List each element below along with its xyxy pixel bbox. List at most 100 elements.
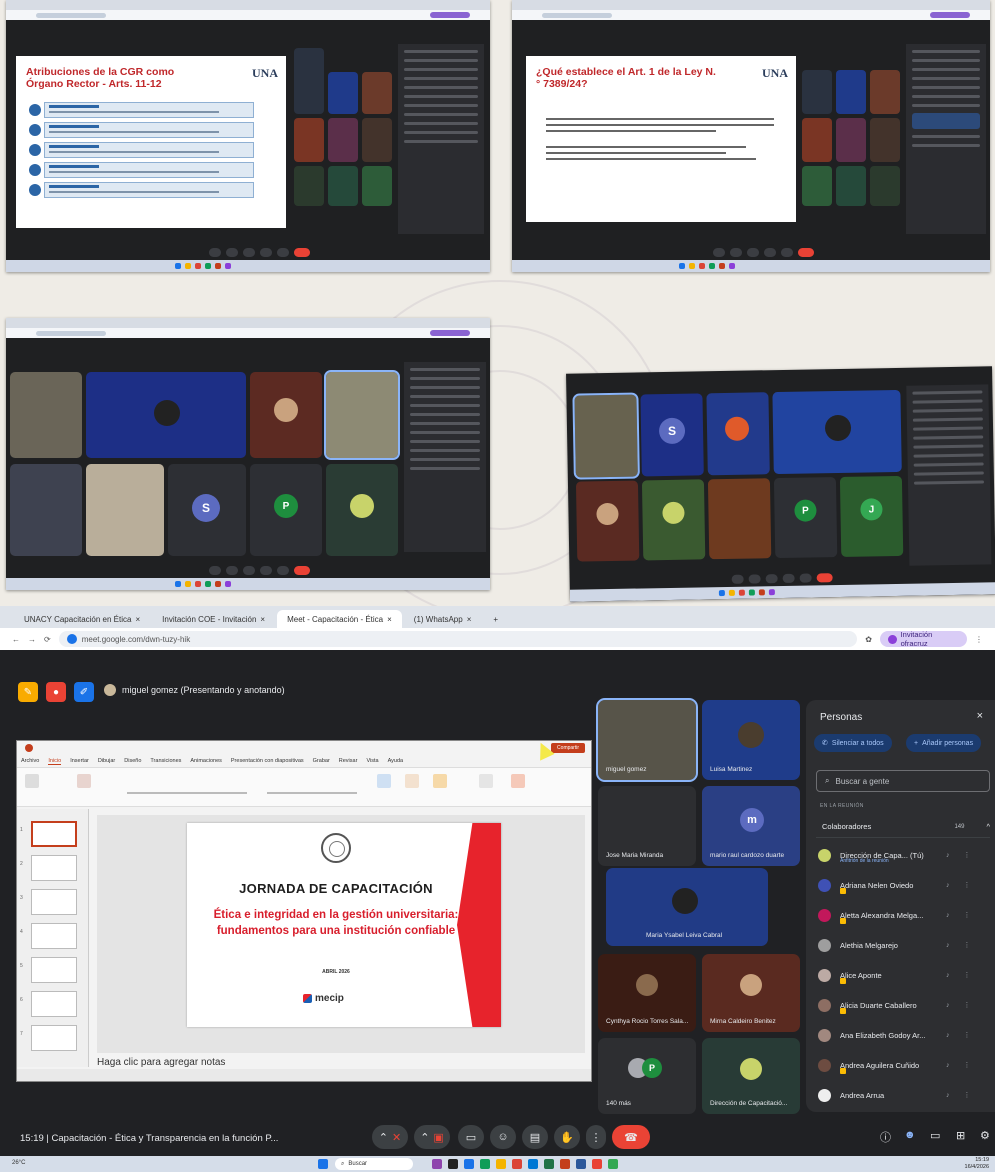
menu-item[interactable]: Archivo — [21, 758, 39, 764]
participant-row[interactable]: Ana Elizabeth Godoy Ar... ♪ ⋮ — [818, 1024, 988, 1046]
annotate-button[interactable]: ✎ — [18, 682, 38, 702]
host-controls-icon[interactable]: ⚙ — [980, 1129, 990, 1142]
current-slide[interactable]: JORNADA DE CAPACITACIÓN Ética e integrid… — [187, 823, 501, 1027]
raise-hand-button[interactable]: ✋ — [554, 1125, 580, 1149]
video-tile-presenter[interactable]: miguel gomez — [596, 698, 698, 782]
app-icon[interactable] — [448, 1159, 458, 1169]
slide-thumbnail[interactable] — [31, 855, 77, 881]
menu-item[interactable]: Revisar — [339, 758, 358, 764]
app-icon[interactable] — [480, 1159, 490, 1169]
notes-placeholder[interactable]: Haga clic para agregar notas — [97, 1057, 225, 1068]
video-tile[interactable]: Dirección de Capacitació... — [702, 1038, 800, 1114]
menu-item[interactable]: Dibujar — [98, 758, 115, 764]
participant-row[interactable]: Alicia Duarte Caballero ♪ ⋮ — [818, 994, 988, 1016]
mic-icon[interactable]: ♪ — [946, 882, 950, 889]
more-options-button[interactable]: ⋮ — [586, 1125, 606, 1149]
menu-item[interactable]: Diseño — [124, 758, 141, 764]
participant-row[interactable]: Alice Aponte ♪ ⋮ — [818, 964, 988, 986]
collaborators-group[interactable]: Colaboradores 149 ^ — [816, 816, 990, 838]
mic-icon[interactable]: ♪ — [946, 1062, 950, 1069]
browser-tab-active[interactable]: Meet - Capacitación - Ética × — [277, 610, 402, 628]
participant-row[interactable]: Dirección de Capa... (Tú) Anfitrión de la… — [818, 844, 988, 866]
participant-row[interactable]: Aletta Alexandra Melga... ♪ ⋮ — [818, 904, 988, 926]
app-icon[interactable] — [528, 1159, 538, 1169]
emoji-button[interactable]: ☺ — [490, 1125, 516, 1149]
add-people-button[interactable]: + Añadir personas — [906, 734, 982, 752]
mic-icon[interactable]: ♪ — [946, 972, 950, 979]
back-icon[interactable]: ← — [12, 635, 20, 644]
video-tile[interactable]: Mirna Caldeiro Benitez — [702, 954, 800, 1032]
video-tile[interactable]: m mario raul cardozo duarte — [702, 786, 800, 866]
menu-item[interactable]: Inicio — [48, 758, 62, 765]
mic-icon[interactable]: ♪ — [946, 852, 950, 859]
menu-item[interactable]: Vista — [366, 758, 378, 764]
close-icon[interactable]: × — [467, 615, 472, 624]
profile-button[interactable]: Invitación ofracruz — [879, 630, 967, 648]
whiteboard-button[interactable]: ✐ — [74, 682, 94, 702]
participant-row[interactable]: Alethia Melgarejo ♪ ⋮ — [818, 934, 988, 956]
menu-icon[interactable]: ⋮ — [975, 635, 983, 644]
mic-icon[interactable]: ♪ — [946, 912, 950, 919]
mute-all-button[interactable]: ✆ Silenciar a todos — [814, 734, 892, 752]
app-icon[interactable] — [512, 1159, 522, 1169]
app-icon[interactable] — [560, 1159, 570, 1169]
close-icon[interactable]: × — [977, 710, 983, 722]
video-tile[interactable]: Cynthya Rocio Torres Sala... — [598, 954, 696, 1032]
reload-icon[interactable]: ⟳ — [44, 635, 51, 644]
people-icon[interactable]: ☻ — [904, 1129, 916, 1141]
app-icon[interactable] — [592, 1159, 602, 1169]
chat-icon[interactable]: ▭ — [930, 1129, 940, 1142]
browser-tab[interactable]: (1) WhatsApp × — [404, 610, 482, 628]
shapes-icon[interactable] — [377, 774, 391, 788]
activities-icon[interactable]: ⊞ — [956, 1129, 965, 1142]
menu-item[interactable]: Ayuda — [388, 758, 404, 764]
mic-icon[interactable]: ♪ — [946, 1092, 950, 1099]
menu-item[interactable]: Presentación con diapositivas — [231, 758, 304, 764]
menu-item[interactable]: Transiciones — [150, 758, 181, 764]
mic-icon[interactable]: ♪ — [946, 1032, 950, 1039]
find-icon[interactable] — [479, 774, 493, 788]
browser-tab[interactable]: Invitación COE - Invitación × — [152, 610, 275, 628]
slide-thumbnail[interactable] — [31, 1025, 77, 1051]
menu-item[interactable]: Insertar — [70, 758, 89, 764]
new-tab-button[interactable]: + — [483, 610, 508, 628]
slide-thumbnail[interactable] — [31, 923, 77, 949]
url-field[interactable]: meet.google.com/dwn-tuzy-hik — [58, 631, 858, 647]
participant-row[interactable]: Adriana Nelen Oviedo ♪ ⋮ — [818, 874, 988, 896]
video-tile[interactable]: Jose Maria Miranda — [598, 786, 696, 866]
paste-icon[interactable] — [25, 774, 39, 788]
people-search-input[interactable]: ⌕ Buscar a gente — [816, 770, 990, 792]
taskbar-search[interactable]: ⌕ Buscar — [335, 1158, 413, 1170]
forward-icon[interactable]: → — [28, 635, 36, 644]
more-icon[interactable]: ⋮ — [964, 1061, 971, 1069]
slide-thumbnail[interactable] — [31, 957, 77, 983]
close-icon[interactable]: × — [387, 615, 392, 624]
captions-button[interactable]: ▤ — [522, 1125, 548, 1149]
close-icon[interactable]: × — [135, 615, 140, 624]
video-tile-overflow[interactable]: P 140 más — [598, 1038, 696, 1114]
slide-thumbnail[interactable] — [31, 991, 77, 1017]
more-icon[interactable]: ⋮ — [964, 1091, 971, 1099]
hangup-button[interactable]: ☎ — [612, 1125, 650, 1149]
share-button[interactable]: Compartir — [551, 743, 585, 753]
info-icon[interactable]: ⓘ — [880, 1129, 891, 1145]
app-icon[interactable] — [608, 1159, 618, 1169]
present-button[interactable]: ▭ — [458, 1125, 484, 1149]
start-icon[interactable] — [318, 1159, 328, 1169]
close-icon[interactable]: × — [260, 615, 265, 624]
camera-options-button[interactable]: ⌃ ▣ — [414, 1125, 450, 1149]
mic-icon[interactable]: ♪ — [946, 942, 950, 949]
video-tile[interactable]: Maria Ysabel Leiva Cabral — [606, 868, 768, 946]
record-button[interactable]: ● — [46, 682, 66, 702]
extension-icon[interactable]: ✿ — [865, 635, 872, 644]
mic-icon[interactable]: ♪ — [946, 1002, 950, 1009]
more-icon[interactable]: ⋮ — [964, 851, 971, 859]
more-icon[interactable]: ⋮ — [964, 941, 971, 949]
video-tile[interactable]: Luisa Martinez — [702, 700, 800, 780]
more-icon[interactable]: ⋮ — [964, 1001, 971, 1009]
slide-thumbnail[interactable] — [31, 821, 77, 847]
chevron-up-icon[interactable]: ^ — [986, 822, 990, 831]
menu-item[interactable]: Animaciones — [190, 758, 222, 764]
more-icon[interactable]: ⋮ — [964, 971, 971, 979]
slide-thumbnail[interactable] — [31, 889, 77, 915]
